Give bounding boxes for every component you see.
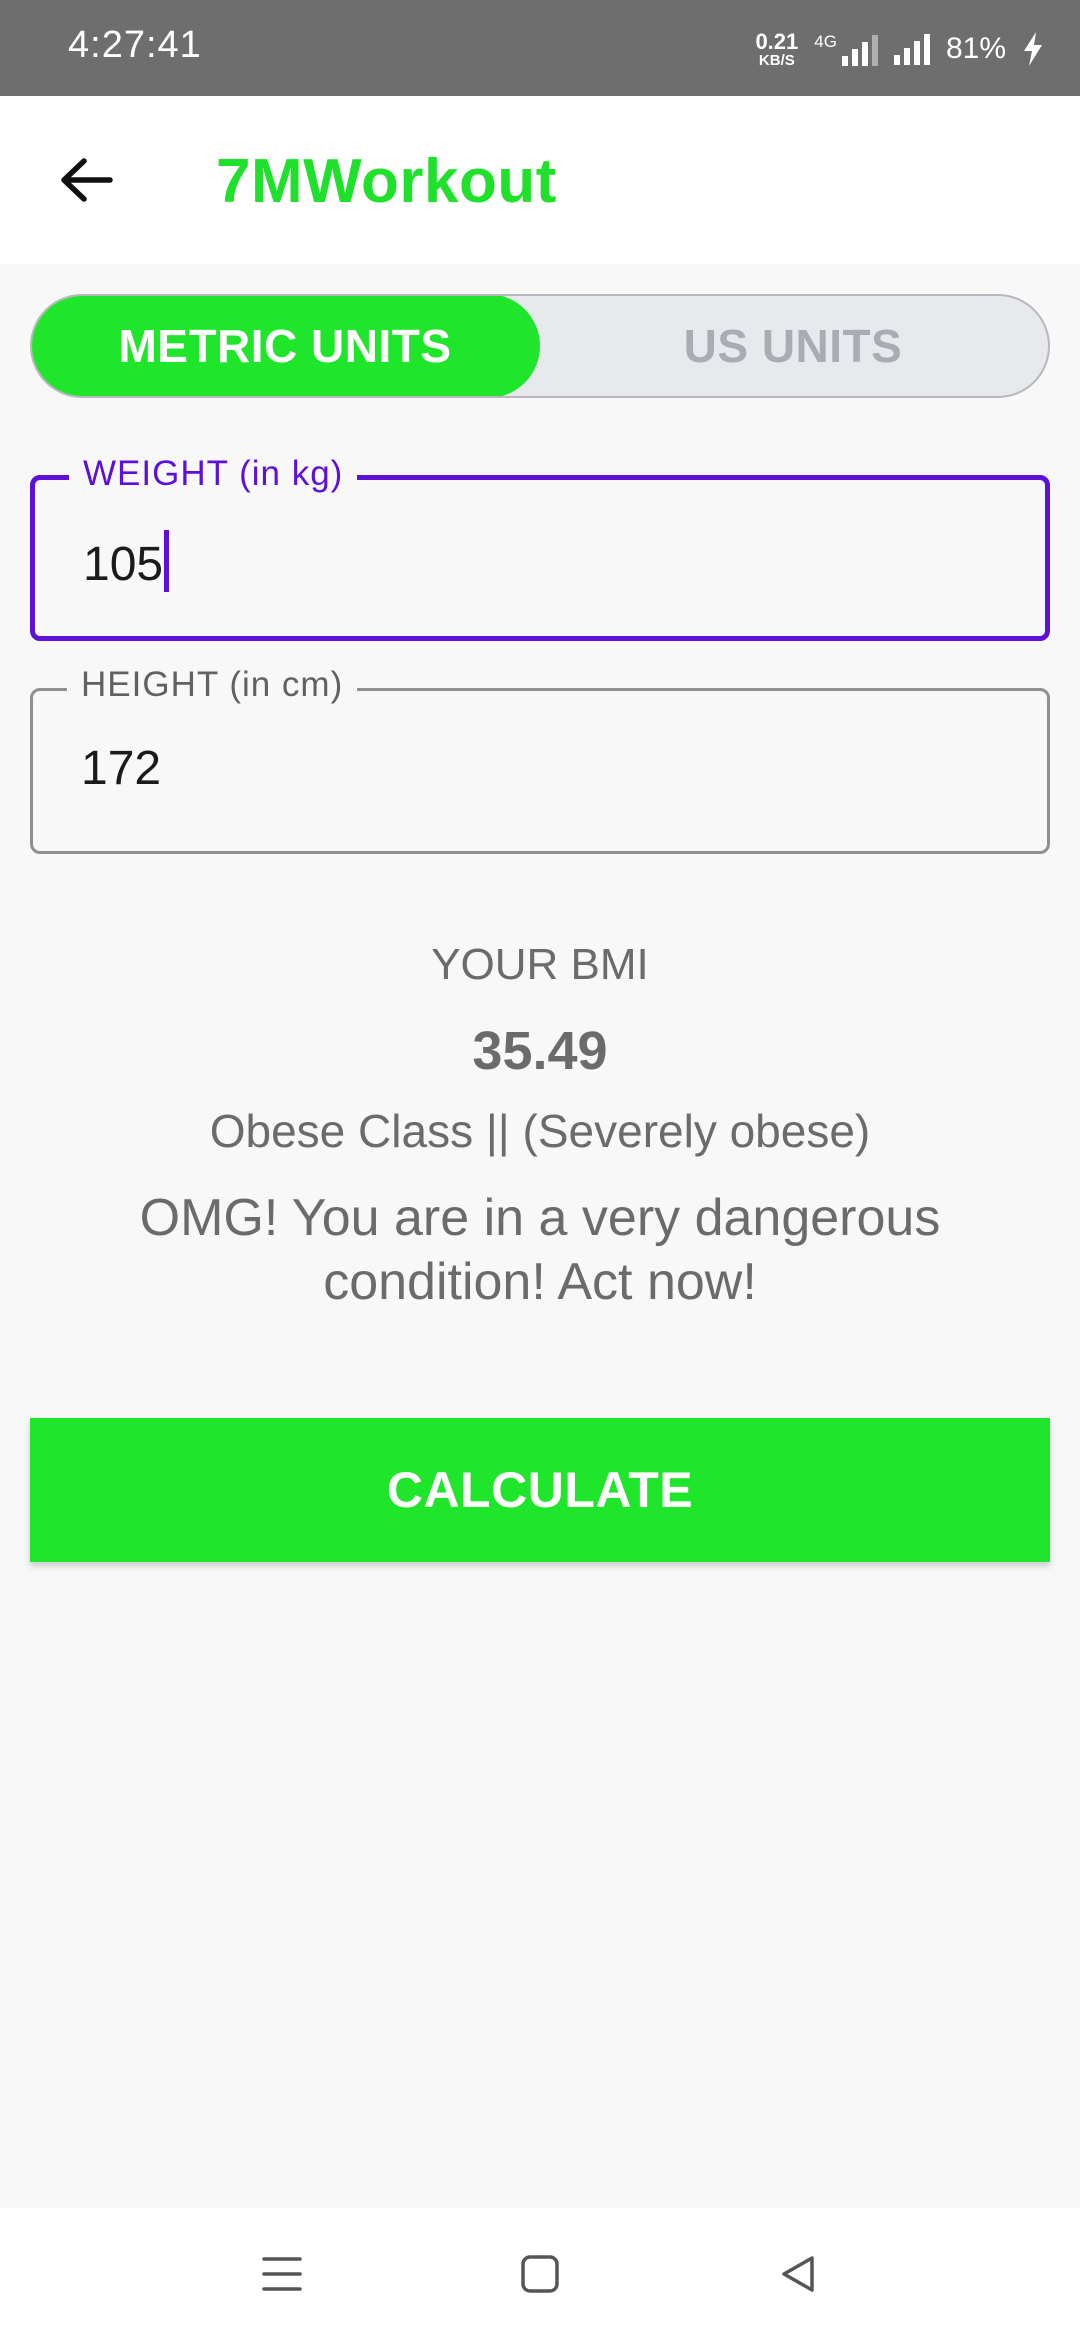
height-field[interactable]: HEIGHT (in cm) 172	[30, 665, 1050, 854]
status-icons: 0.21 KB/S 4G 81%	[755, 24, 1044, 74]
calculate-button[interactable]: CALCULATE	[30, 1418, 1050, 1562]
bmi-result-description: OMG! You are in a very dangerous conditi…	[139, 1189, 941, 1311]
weight-field-label: WEIGHT (in kg)	[69, 454, 358, 494]
text-cursor	[164, 530, 170, 592]
network-speed-unit: KB/S	[758, 51, 795, 69]
network-speed-value: 0.21	[755, 28, 799, 54]
arrow-left-icon	[61, 158, 113, 202]
menu-icon	[262, 2257, 302, 2291]
height-field-label: HEIGHT (in cm)	[67, 665, 358, 705]
bmi-result-label: YOUR BMI	[431, 940, 649, 989]
status-bar: 4:27:41 0.21 KB/S 4G 81%	[0, 0, 1080, 96]
height-input[interactable]: 172	[81, 741, 161, 796]
back-button[interactable]	[44, 138, 128, 222]
network-speed: 0.21 KB/S	[755, 28, 799, 69]
charging-bolt-icon	[1024, 32, 1042, 66]
bmi-result-type: Obese Class || (Severely obese)	[209, 1105, 871, 1157]
mobile-signal-icon: 4G	[814, 32, 878, 66]
weight-field[interactable]: WEIGHT (in kg) 105	[30, 454, 1050, 641]
back-triangle-icon	[782, 2256, 814, 2292]
menu-button[interactable]	[252, 2244, 312, 2304]
wifi-signal-icon	[893, 33, 930, 65]
bmi-result-value: 35.49	[472, 1021, 608, 1081]
back-nav-button[interactable]	[768, 2244, 828, 2304]
home-square-icon	[521, 2255, 559, 2293]
weight-value: 105	[83, 538, 164, 591]
app-title: 7MWorkout	[216, 147, 557, 216]
battery-percentage: 81%	[945, 32, 1006, 65]
weight-input[interactable]: 105	[83, 530, 170, 592]
status-time: 4:27:41	[68, 24, 202, 66]
system-nav-bar	[0, 2208, 1080, 2340]
units-toggle: US UNITS METRIC UNITS	[30, 294, 1050, 398]
metric-units-option[interactable]: METRIC UNITS	[32, 296, 540, 396]
us-units-option[interactable]: US UNITS	[538, 296, 1048, 396]
app-bar: 7MWorkout	[0, 96, 1080, 264]
network-type: 4G	[814, 32, 837, 51]
home-button[interactable]	[510, 2244, 570, 2304]
